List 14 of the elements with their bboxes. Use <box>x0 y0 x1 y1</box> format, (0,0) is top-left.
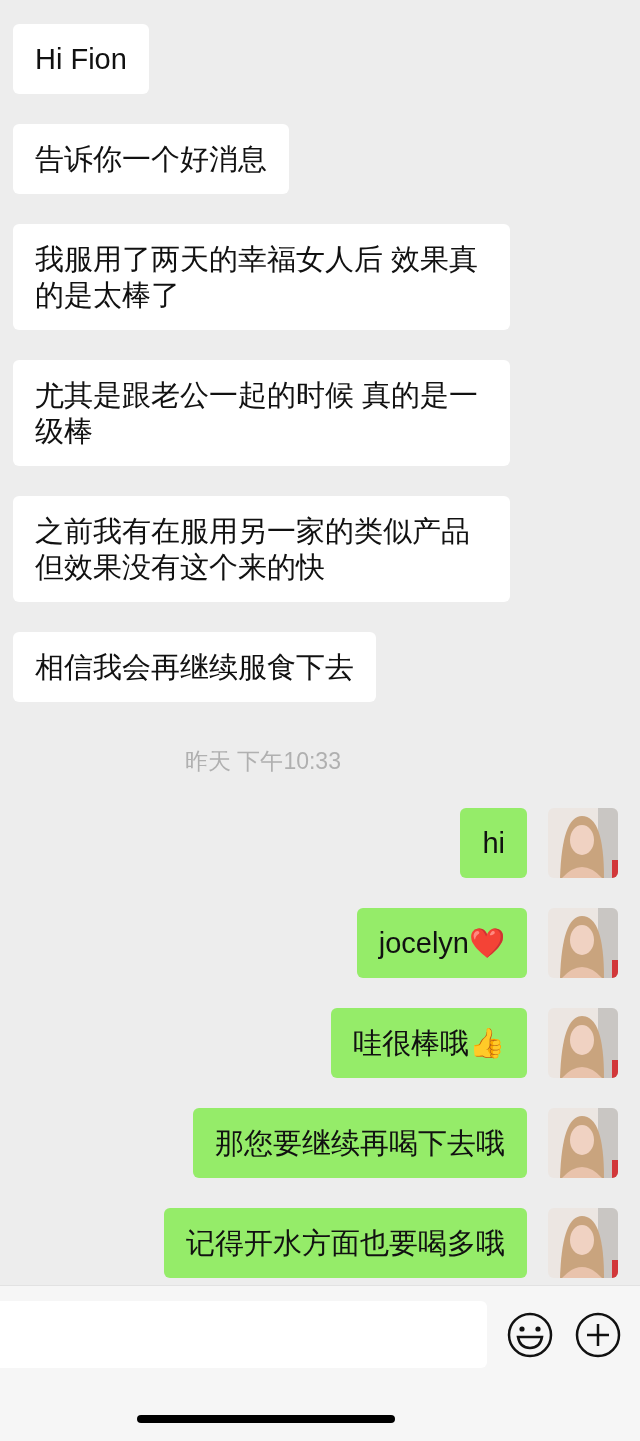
message-bubble: 我服用了两天的幸福女人后 效果真的是太棒了 <box>13 224 510 330</box>
timestamp: 昨天 下午10:33 <box>185 748 341 774</box>
message-bubble: 告诉你一个好消息 <box>13 124 289 194</box>
emoji-icon[interactable] <box>507 1311 553 1358</box>
message-bubble: 尤其是跟老公一起的时候 真的是一级棒 <box>13 360 510 466</box>
message-bubble: 哇很棒哦👍 <box>331 1008 527 1078</box>
message-bubble: 记得开水方面也要喝多哦 <box>164 1208 527 1278</box>
message-bubble: Hi Fion <box>13 24 149 94</box>
message-bubble: hi <box>460 808 527 878</box>
message-bubble: jocelyn❤ <box>356 908 527 978</box>
message-bubble: 之前我有在服用另一家的类似产品但效果没有这个来的快 <box>13 496 510 602</box>
add-icon[interactable] <box>575 1311 621 1358</box>
message-bubble: 相信我会再继续服食下去 <box>13 632 376 702</box>
message-bubble: 那您要继续再喝下去哦 <box>193 1108 527 1178</box>
